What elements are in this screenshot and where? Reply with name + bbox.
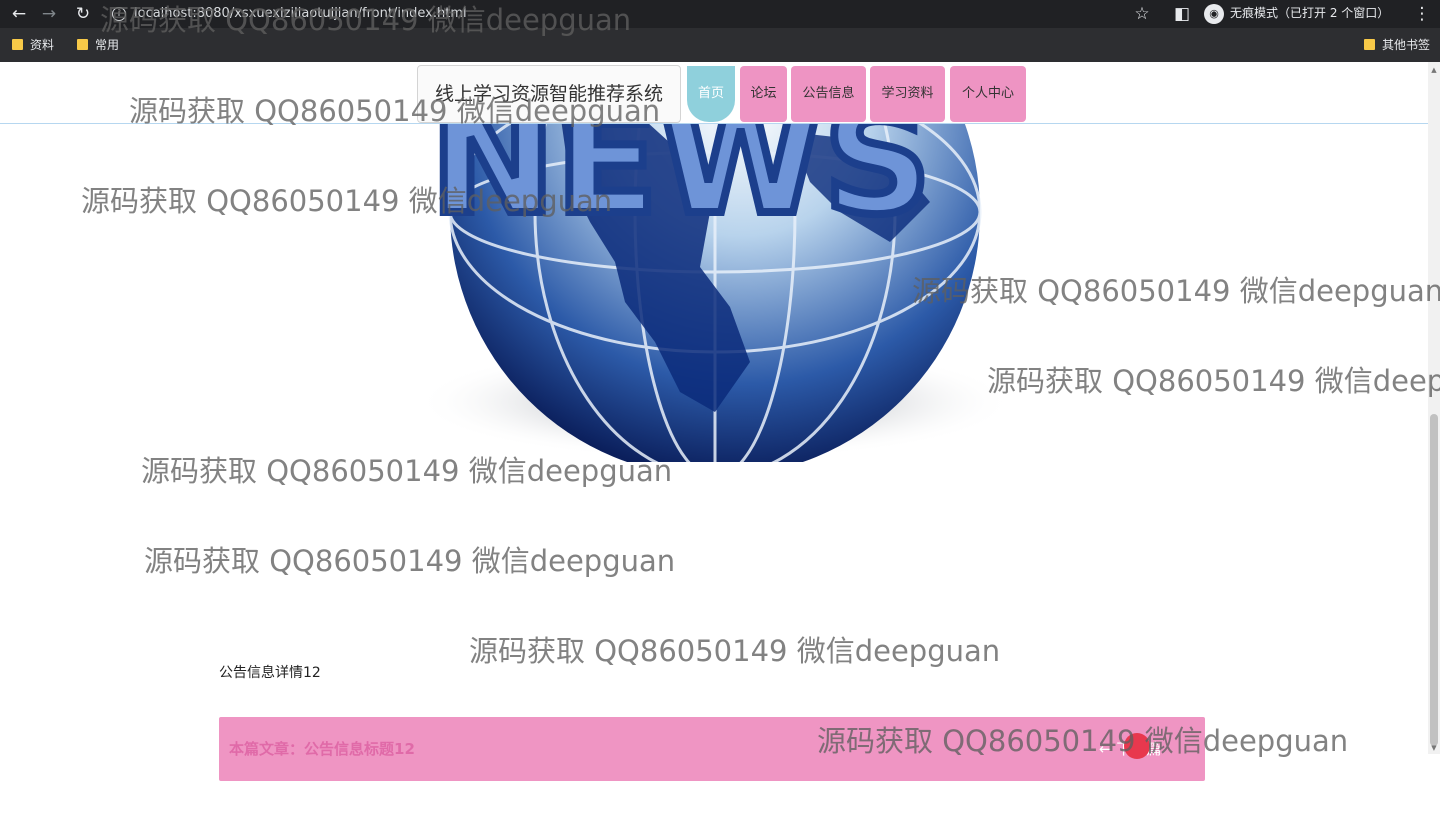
page-scrollbar[interactable]: ▲ ▼ (1428, 62, 1440, 754)
current-article-label: 本篇文章：公告信息标题12 (229, 740, 415, 758)
watermark-text: 源码获取 QQ86050149 微信deepguan (129, 94, 661, 128)
scroll-up-icon[interactable]: ▲ (1428, 64, 1440, 76)
nav-notice[interactable]: 公告信息 (791, 66, 866, 122)
nav-personal-center[interactable]: 个人中心 (950, 66, 1026, 122)
back-icon[interactable]: ← (8, 3, 30, 25)
incognito-icon: ◉ (1204, 3, 1224, 24)
nav-home[interactable]: 首页 (687, 66, 735, 122)
nav-study-materials[interactable]: 学习资料 (870, 66, 945, 122)
folder-icon (12, 39, 23, 50)
scrollbar-thumb[interactable] (1430, 414, 1438, 746)
forward-icon[interactable]: → (38, 3, 60, 25)
folder-icon (1364, 39, 1375, 50)
nav-forum[interactable]: 论坛 (740, 66, 787, 122)
star-icon[interactable]: ☆ (1132, 3, 1152, 25)
incognito-indicator[interactable]: ◉ 无痕模式（已打开 2 个窗口） (1204, 3, 1389, 24)
notice-detail-title: 公告信息详情12 (219, 665, 321, 681)
bookmark-item[interactable]: 资料 (12, 36, 54, 54)
watermark-text: 源码获取 QQ86050149 微信deepguan (987, 364, 1440, 398)
scroll-down-icon[interactable]: ▼ (1428, 742, 1440, 754)
watermark-text: 源码获取 QQ86050149 微信deepguan (469, 634, 1001, 668)
watermark-text: 源码获取 QQ86050149 微信deepguan (141, 454, 673, 488)
watermark-text: 源码获取 QQ86050149 微信deepguan (912, 274, 1440, 308)
incognito-label: 无痕模式（已打开 2 个窗口） (1230, 6, 1390, 20)
watermark-text: 源码获取 QQ86050149 微信deepguan (81, 184, 613, 218)
sidepanel-icon[interactable]: ◧ (1172, 3, 1192, 25)
folder-icon (77, 39, 88, 50)
watermark-text: 源码获取 QQ86050149 微信deepguan (144, 544, 676, 578)
watermark-text: 源码获取 QQ86050149 微信deepguan (817, 724, 1349, 758)
reload-icon[interactable]: ↻ (72, 3, 94, 25)
menu-kebab-icon[interactable]: ⋮ (1412, 3, 1432, 25)
other-bookmarks[interactable]: 其他书签 (1364, 36, 1430, 54)
watermark-text: 源码获取 QQ86050149 微信deepguan (100, 3, 632, 37)
page: 线上学习资源智能推荐系统 首页 论坛 公告信息 学习资料 个人中心 NEWS 公… (0, 62, 1440, 816)
bookmark-item[interactable]: 常用 (77, 36, 119, 54)
